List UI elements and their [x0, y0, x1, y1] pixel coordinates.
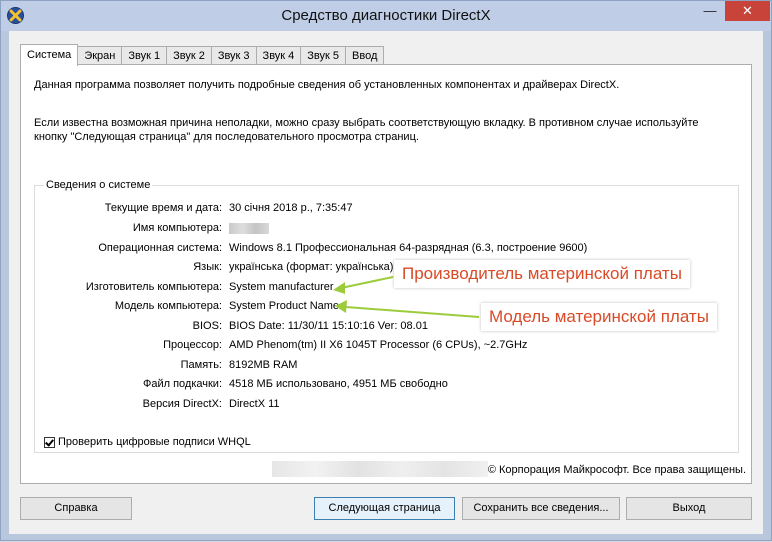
model-callout: Модель материнской платы	[481, 303, 717, 331]
tab-system[interactable]: Система	[20, 44, 79, 66]
directx-diag-window: Средство диагностики DirectX — ✕ Система…	[0, 0, 772, 541]
manufacturer-callout: Производитель материнской платы	[394, 260, 690, 288]
